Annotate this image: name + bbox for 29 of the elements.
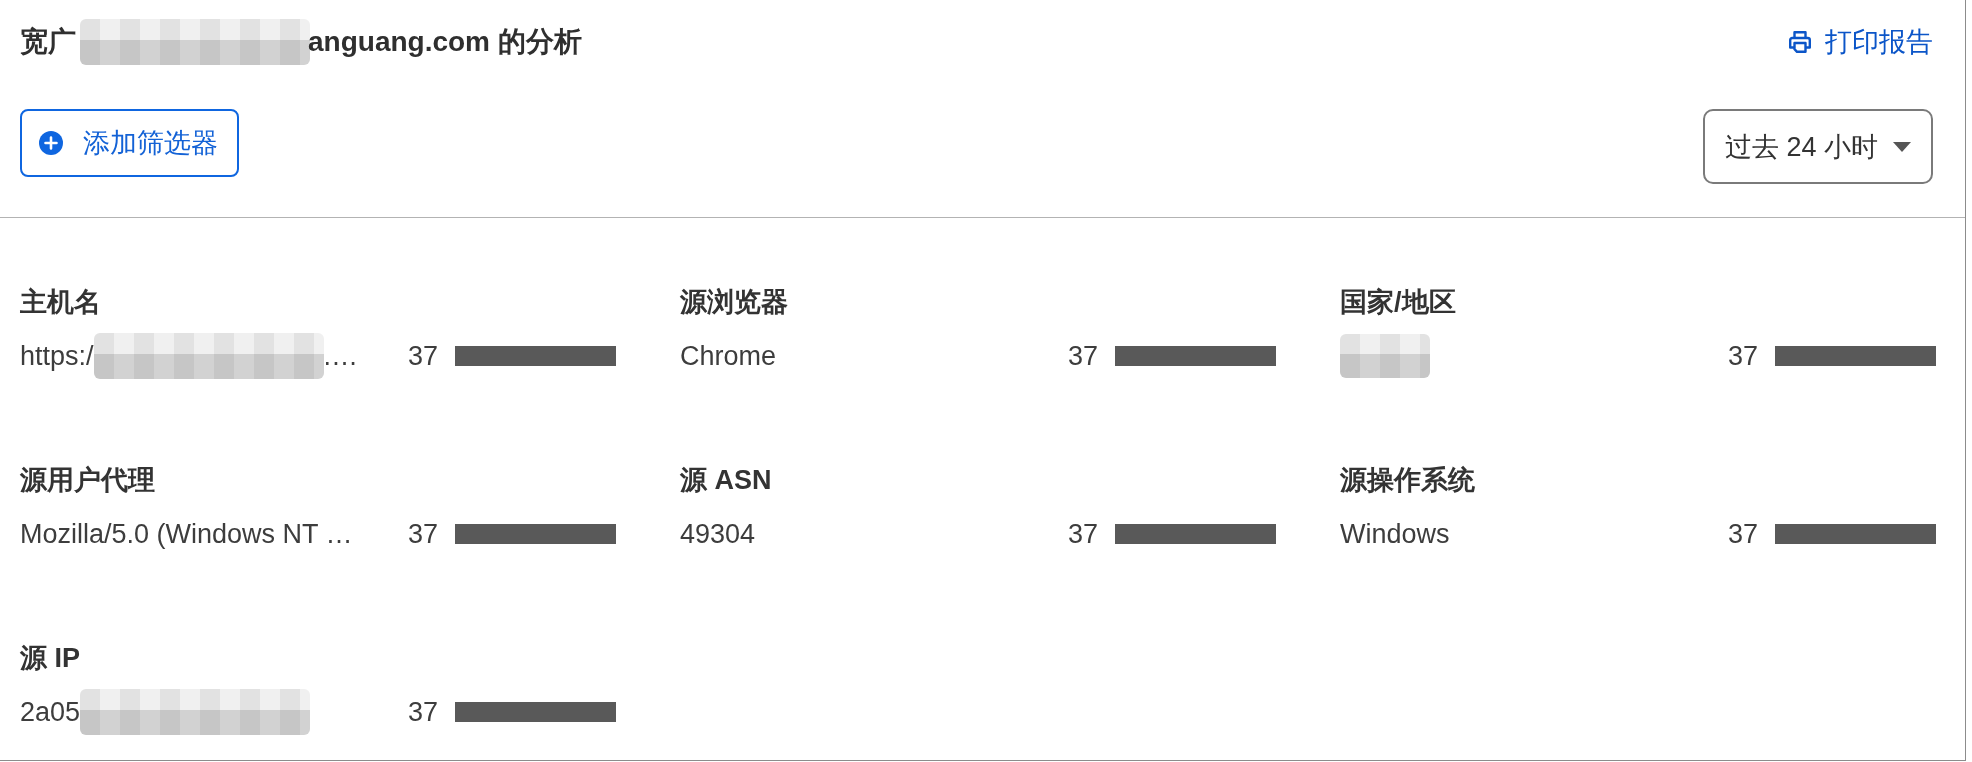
panel-heading: 源浏览器 (680, 286, 788, 318)
row-value: 49304 (680, 518, 756, 550)
count-value: 37 (408, 340, 439, 372)
row-value: Chrome (680, 340, 777, 372)
panel-heading: 源用户代理 (20, 464, 155, 496)
count-value: 37 (408, 518, 439, 550)
time-range-dropdown[interactable]: 过去 24 小时 (1703, 109, 1933, 184)
count-value: 37 (1728, 340, 1759, 372)
printer-icon (1788, 30, 1812, 54)
row-value: .… (323, 340, 359, 372)
panel-heading: 源 ASN (680, 464, 772, 496)
count-value: 37 (1068, 340, 1099, 372)
row-value: https:/ (20, 340, 94, 372)
page-title: anguang.com 的分析 (308, 25, 582, 59)
count-value: 37 (408, 696, 439, 728)
row-value: Mozilla/5.0 (Windows NT … (20, 518, 353, 550)
panel-heading: 源 IP (20, 642, 80, 674)
add-filter-button[interactable]: 添加筛选器 (20, 109, 239, 177)
page-title: 宽广 (20, 25, 76, 59)
count-value: 37 (1068, 518, 1099, 550)
panel-heading: 主机名 (20, 286, 101, 318)
row-value: 2a05 (20, 696, 81, 728)
count-value: 37 (1728, 518, 1759, 550)
panel-heading: 国家/地区 (1340, 286, 1456, 318)
print-report-link[interactable]: 打印报告 (1788, 22, 1933, 62)
row-value: Windows (1340, 518, 1450, 550)
plus-icon (39, 131, 63, 155)
panel-heading: 源操作系统 (1340, 464, 1475, 496)
caret-icon (1893, 141, 1911, 152)
